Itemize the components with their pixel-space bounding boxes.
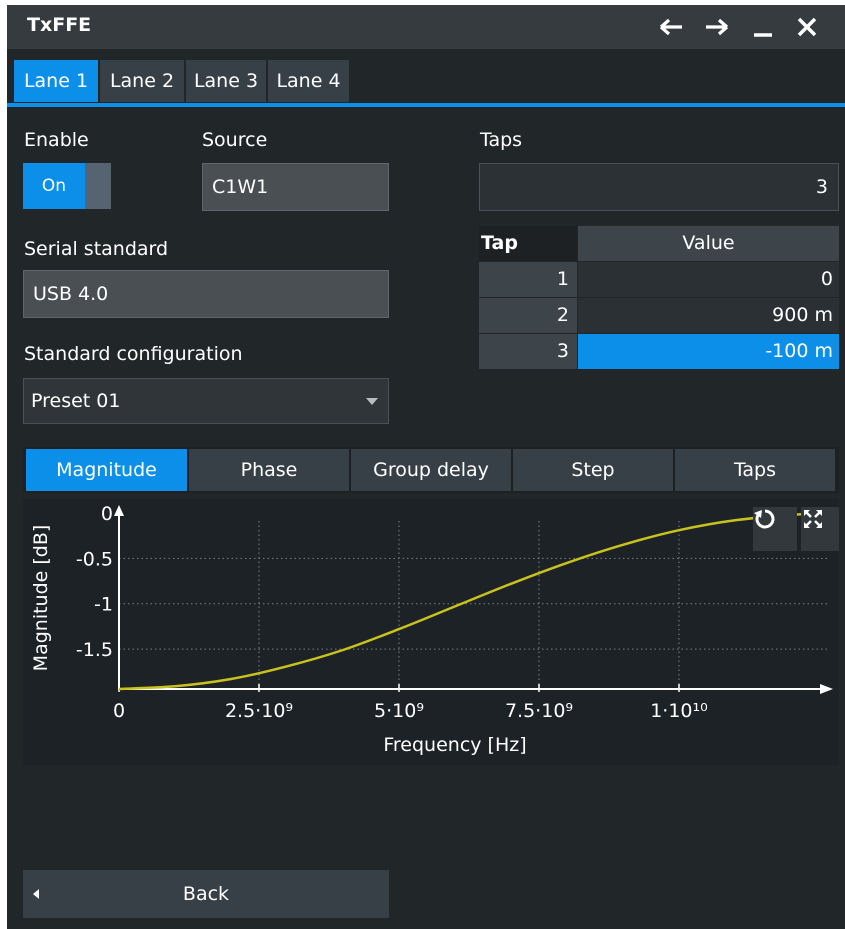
tab-group-delay[interactable]: Group delay — [351, 449, 511, 491]
serial-standard-label: Serial standard — [24, 238, 169, 260]
tab-taps[interactable]: Taps — [675, 449, 835, 491]
reset-zoom-button[interactable] — [753, 507, 797, 551]
x-tick-label: 0 — [113, 700, 125, 722]
fullscreen-button[interactable] — [801, 507, 839, 551]
header-value: Value — [578, 226, 839, 261]
standard-configuration-value: Preset 01 — [31, 390, 121, 412]
taps-label: Taps — [480, 129, 523, 151]
serial-standard-field[interactable]: USB 4.0 — [23, 270, 389, 318]
dialog-title: TxFFE — [27, 14, 92, 36]
forward-arrow-button[interactable] — [701, 11, 733, 43]
table-row[interactable]: 2 900 m — [479, 298, 839, 334]
back-button-label: Back — [182, 883, 230, 905]
back-arrow-button[interactable] — [655, 11, 687, 43]
y-tick-label: -1 — [94, 594, 113, 616]
toggle-knob — [85, 163, 111, 209]
expand-icon — [804, 510, 822, 528]
magnitude-chart: 0 -0.5 -1 -1.5 0 2.5·10⁹ 5·10⁹ 7.5·10⁹ 1·10¹⁰ F… — [30, 503, 833, 756]
x-tick-label: 7.5·10⁹ — [505, 700, 573, 722]
tab-lane-1[interactable]: Lane 1 — [14, 60, 98, 102]
y-tick-label: -0.5 — [76, 548, 113, 570]
tab-phase[interactable]: Phase — [189, 449, 349, 491]
source-field[interactable]: C1W1 — [202, 163, 389, 211]
y-axis-label: Magnitude [dB] — [30, 525, 52, 672]
back-button[interactable]: Back — [23, 870, 389, 918]
table-header: Tap Value — [479, 226, 839, 262]
plot-tabs: Magnitude Phase Group delay Step Taps — [23, 447, 839, 493]
tap-value[interactable]: -100 m — [578, 334, 839, 369]
minimize-button[interactable] — [747, 11, 779, 43]
standard-configuration-select[interactable]: Preset 01 — [23, 378, 389, 424]
table-row[interactable]: 1 0 — [479, 262, 839, 298]
tab-step[interactable]: Step — [513, 449, 673, 491]
x-axis-label: Frequency [Hz] — [383, 734, 526, 756]
refresh-icon — [754, 509, 775, 529]
x-tick-label: 2.5·10⁹ — [225, 700, 293, 722]
taps-count-field[interactable]: 3 — [479, 163, 839, 211]
close-button[interactable] — [791, 11, 823, 43]
source-label: Source — [202, 129, 268, 151]
tap-index: 2 — [479, 298, 577, 333]
tap-value[interactable]: 0 — [578, 262, 839, 297]
enable-toggle-state: On — [23, 163, 85, 209]
close-icon — [797, 17, 817, 37]
x-tick-label: 5·10⁹ — [374, 700, 424, 722]
tap-index: 3 — [479, 334, 577, 369]
tab-lane-3[interactable]: Lane 3 — [186, 60, 266, 102]
y-axis-arrow — [114, 505, 124, 516]
y-tick-label: -1.5 — [76, 639, 113, 661]
chevron-down-icon — [366, 398, 378, 405]
x-axis-arrow — [820, 684, 833, 694]
txffe-dialog: TxFFE Lane 1 Lane 2 Lane 3 Lane 4 Enable… — [7, 5, 845, 929]
enable-label: Enable — [24, 129, 89, 151]
title-bar: TxFFE — [7, 5, 845, 49]
header-tap: Tap — [479, 226, 577, 261]
standard-configuration-label: Standard configuration — [24, 343, 243, 365]
arrow-right-icon — [706, 18, 729, 36]
tab-lane-4[interactable]: Lane 4 — [268, 60, 349, 102]
x-tick-label: 1·10¹⁰ — [650, 700, 708, 722]
tab-underline — [7, 103, 845, 107]
tap-value[interactable]: 900 m — [578, 298, 839, 333]
tab-magnitude[interactable]: Magnitude — [26, 449, 187, 491]
magnitude-plot[interactable]: 0 -0.5 -1 -1.5 0 2.5·10⁹ 5·10⁹ 7.5·10⁹ 1·10¹⁰ F… — [23, 499, 839, 765]
grid — [119, 519, 827, 689]
series-line — [118, 512, 820, 691]
arrow-left-icon — [659, 18, 682, 36]
enable-toggle[interactable]: On — [23, 163, 111, 209]
tab-lane-2[interactable]: Lane 2 — [100, 60, 184, 102]
y-tick-label: 0 — [101, 503, 113, 525]
minimize-icon — [754, 33, 772, 37]
caret-left-icon — [33, 889, 39, 899]
table-row[interactable]: 3 -100 m — [479, 334, 839, 370]
tap-index: 1 — [479, 262, 577, 297]
